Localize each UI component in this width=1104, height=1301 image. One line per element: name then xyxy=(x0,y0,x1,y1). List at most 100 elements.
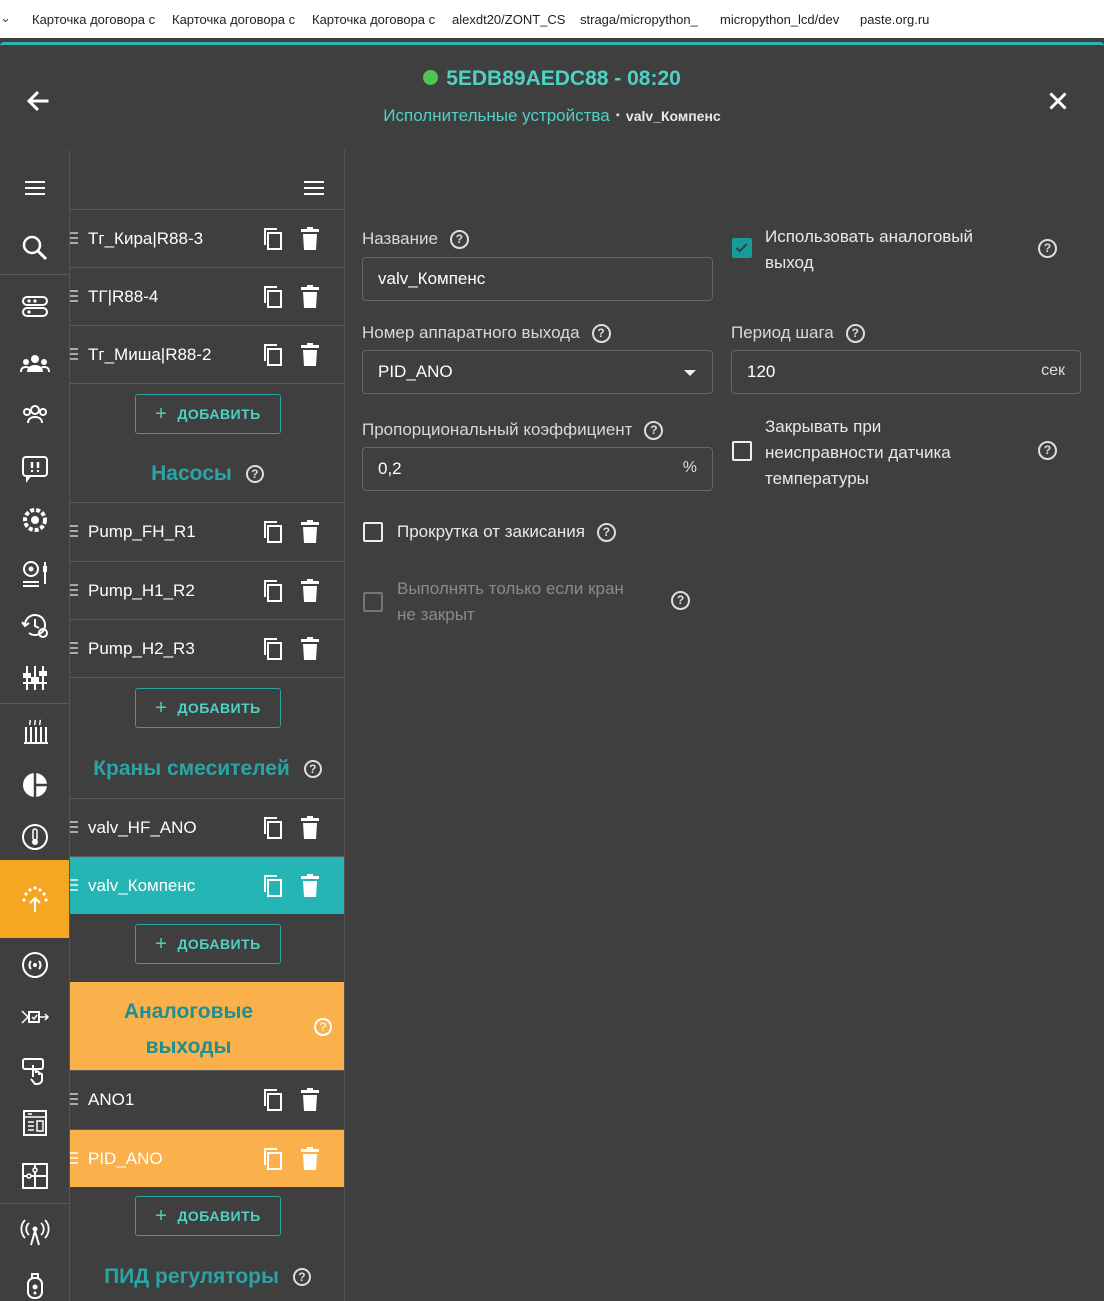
list-item[interactable]: Pump_FH_R1 xyxy=(70,502,344,560)
messages-icon[interactable] xyxy=(0,443,69,493)
bookmark-item[interactable]: Карточка договора с xyxy=(32,12,157,27)
copy-icon[interactable] xyxy=(262,874,284,898)
close-button[interactable] xyxy=(1040,83,1076,119)
add-button[interactable]: + ДОБАВИТЬ xyxy=(135,394,281,434)
section-title-pumps: Насосы? xyxy=(70,462,344,486)
zones-icon[interactable] xyxy=(0,760,69,810)
help-icon[interactable]: ? xyxy=(292,1268,311,1286)
copy-icon[interactable] xyxy=(262,637,284,661)
add-button[interactable]: + ДОБАВИТЬ xyxy=(135,688,281,728)
list-item-label: valv_Компенс xyxy=(88,875,196,895)
controllers-icon[interactable] xyxy=(0,281,69,331)
menu-icon[interactable] xyxy=(0,163,69,213)
help-icon[interactable]: ? xyxy=(449,230,469,249)
close-on-fault-checkbox[interactable] xyxy=(732,441,752,461)
copy-icon[interactable] xyxy=(262,285,284,309)
heater-icon[interactable] xyxy=(0,707,69,757)
breadcrumb-separator: • xyxy=(615,108,620,122)
trash-icon[interactable] xyxy=(299,1088,321,1112)
use-analog-checkbox[interactable] xyxy=(732,238,752,258)
help-icon[interactable]: ? xyxy=(644,421,664,440)
bookmark-item[interactable]: micropython_lcd/dev xyxy=(720,12,845,27)
drag-handle-icon[interactable] xyxy=(70,232,78,244)
only-if-open-checkbox[interactable] xyxy=(363,592,383,612)
list-item[interactable]: Pump_H2_R3 xyxy=(70,619,344,677)
list-item[interactable]: Pump_H1_R2 xyxy=(70,561,344,619)
antenna-icon[interactable] xyxy=(0,1207,69,1257)
trash-icon[interactable] xyxy=(299,227,321,251)
copy-icon[interactable] xyxy=(262,227,284,251)
groups-icon[interactable] xyxy=(0,390,69,440)
trash-icon[interactable] xyxy=(299,1147,321,1171)
help-icon[interactable]: ? xyxy=(245,465,264,483)
bookmark-item[interactable]: paste.org.ru xyxy=(860,12,960,27)
hw-output-select[interactable]: PID_ANO xyxy=(362,350,713,394)
tag-icon[interactable] xyxy=(0,1260,69,1301)
buttons-icon[interactable] xyxy=(0,1046,69,1096)
copy-icon[interactable] xyxy=(262,520,284,544)
step-period-input[interactable]: 120 сек xyxy=(731,350,1081,394)
copy-icon[interactable] xyxy=(262,816,284,840)
users-icon[interactable] xyxy=(0,339,69,389)
help-icon[interactable]: ? xyxy=(845,324,865,343)
trash-icon[interactable] xyxy=(299,874,321,898)
radio-icon[interactable] xyxy=(0,940,69,990)
bookmark-item[interactable]: Карточка договора с xyxy=(172,12,297,27)
help-icon[interactable]: ? xyxy=(314,1018,332,1036)
drag-handle-icon[interactable] xyxy=(70,290,78,302)
trash-icon[interactable] xyxy=(299,285,321,309)
bookmark-item[interactable]: Карточка договора с xyxy=(312,12,437,27)
add-button[interactable]: + ДОБАВИТЬ xyxy=(135,924,281,964)
list-item[interactable]: Тг_Кира|R88-3 xyxy=(70,209,344,267)
drag-handle-icon[interactable] xyxy=(70,1093,78,1105)
help-icon[interactable]: ? xyxy=(671,591,690,610)
search-icon[interactable] xyxy=(0,223,69,273)
trash-icon[interactable] xyxy=(299,637,321,661)
copy-icon[interactable] xyxy=(262,579,284,603)
breadcrumb-parent[interactable]: Исполнительные устройства xyxy=(383,106,609,125)
list-item[interactable]: ANO1 xyxy=(70,1070,344,1128)
bookmark-item[interactable]: alexdt20/ZONT_CS xyxy=(452,12,570,27)
equalizer-icon[interactable] xyxy=(0,653,69,703)
drag-handle-icon[interactable] xyxy=(70,879,78,891)
list-item-highlighted[interactable]: PID_ANO xyxy=(70,1129,344,1187)
name-input[interactable]: valv_Компенс xyxy=(362,257,713,301)
inputs-icon[interactable] xyxy=(0,993,69,1043)
list-item-selected[interactable]: valv_Компенс xyxy=(70,856,344,914)
copy-icon[interactable] xyxy=(262,1088,284,1112)
drag-handle-icon[interactable] xyxy=(70,1152,78,1164)
drag-handle-icon[interactable] xyxy=(70,525,78,537)
copy-icon[interactable] xyxy=(262,1147,284,1171)
help-icon[interactable]: ? xyxy=(303,760,322,778)
trash-icon[interactable] xyxy=(299,343,321,367)
drag-handle-icon[interactable] xyxy=(70,642,78,654)
chevron-down-icon[interactable]: ⌄ xyxy=(0,10,11,26)
trash-icon[interactable] xyxy=(299,816,321,840)
list-menu-icon[interactable] xyxy=(302,176,326,200)
drag-handle-icon[interactable] xyxy=(70,821,78,833)
copy-icon[interactable] xyxy=(262,343,284,367)
trash-icon[interactable] xyxy=(299,579,321,603)
anti-stick-checkbox[interactable] xyxy=(363,522,383,542)
settings-icon[interactable] xyxy=(0,548,69,598)
puzzle-icon[interactable] xyxy=(0,1151,69,1201)
add-button[interactable]: + ДОБАВИТЬ xyxy=(135,1196,281,1236)
list-item[interactable]: valv_HF_ANO xyxy=(70,798,344,856)
list-item[interactable]: Тг_Миша|R88-2 xyxy=(70,325,344,383)
drag-handle-icon[interactable] xyxy=(70,584,78,596)
help-icon[interactable]: ? xyxy=(1038,239,1057,258)
breadcrumb: Исполнительные устройства • valv_Компенс xyxy=(0,106,1104,126)
actuators-icon[interactable] xyxy=(0,860,69,938)
help-icon[interactable]: ? xyxy=(591,324,611,343)
bookmark-item[interactable]: straga/micropython_ xyxy=(580,12,705,27)
panel-icon[interactable] xyxy=(0,1098,69,1148)
thermometer-icon[interactable] xyxy=(0,812,69,862)
drag-handle-icon[interactable] xyxy=(70,348,78,360)
list-item[interactable]: ТГ|R88-4 xyxy=(70,267,344,325)
automation-icon[interactable] xyxy=(0,495,69,545)
help-icon[interactable]: ? xyxy=(596,523,616,542)
prop-coef-input[interactable]: 0,2% xyxy=(362,447,713,491)
schedule-icon[interactable] xyxy=(0,600,69,650)
trash-icon[interactable] xyxy=(299,520,321,544)
help-icon[interactable]: ? xyxy=(1038,441,1057,460)
